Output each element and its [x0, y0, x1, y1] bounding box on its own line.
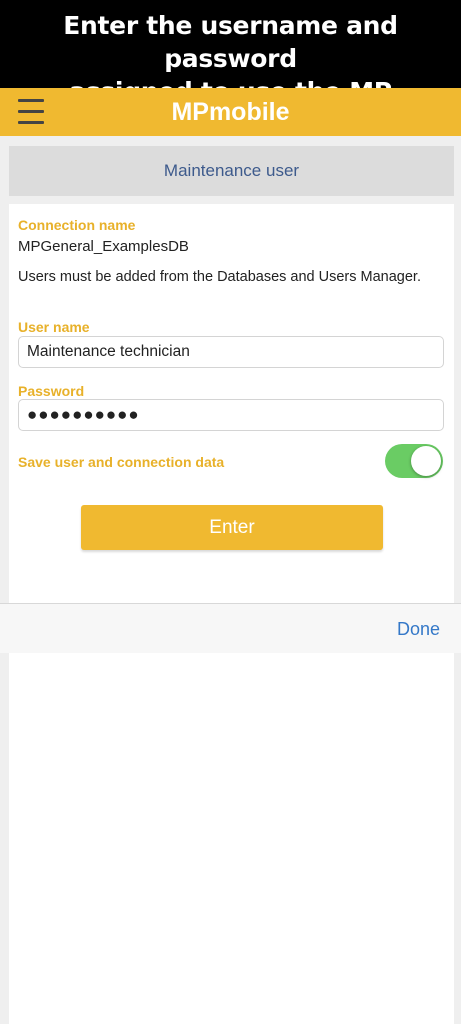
save-data-toggle[interactable]: [385, 444, 443, 478]
users-note: Users must be added from the Databases a…: [18, 269, 421, 285]
app-title: MPmobile: [171, 98, 290, 126]
section-title: Maintenance user: [9, 146, 454, 196]
banner-line-1: Enter the username and password: [63, 11, 398, 73]
connection-name-label: Connection name: [18, 217, 136, 233]
blank-content-area: [9, 653, 454, 1024]
password-label: Password: [18, 383, 85, 399]
login-form: Connection name MPGeneral_ExamplesDB Use…: [9, 204, 454, 604]
username-label: User name: [18, 319, 90, 335]
password-input[interactable]: ●●●●●●●●●●: [18, 399, 444, 431]
save-data-label: Save user and connection data: [18, 454, 225, 470]
done-button[interactable]: Done: [397, 604, 440, 654]
username-input[interactable]: Maintenance technician: [18, 336, 444, 368]
instruction-banner: Enter the username and password assigned…: [0, 0, 461, 106]
toggle-knob: [411, 446, 441, 476]
app-header: MPmobile: [0, 88, 461, 136]
enter-button[interactable]: Enter: [81, 505, 383, 550]
keyboard-toolbar: Done: [0, 603, 461, 653]
connection-name-value: MPGeneral_ExamplesDB: [18, 238, 189, 255]
